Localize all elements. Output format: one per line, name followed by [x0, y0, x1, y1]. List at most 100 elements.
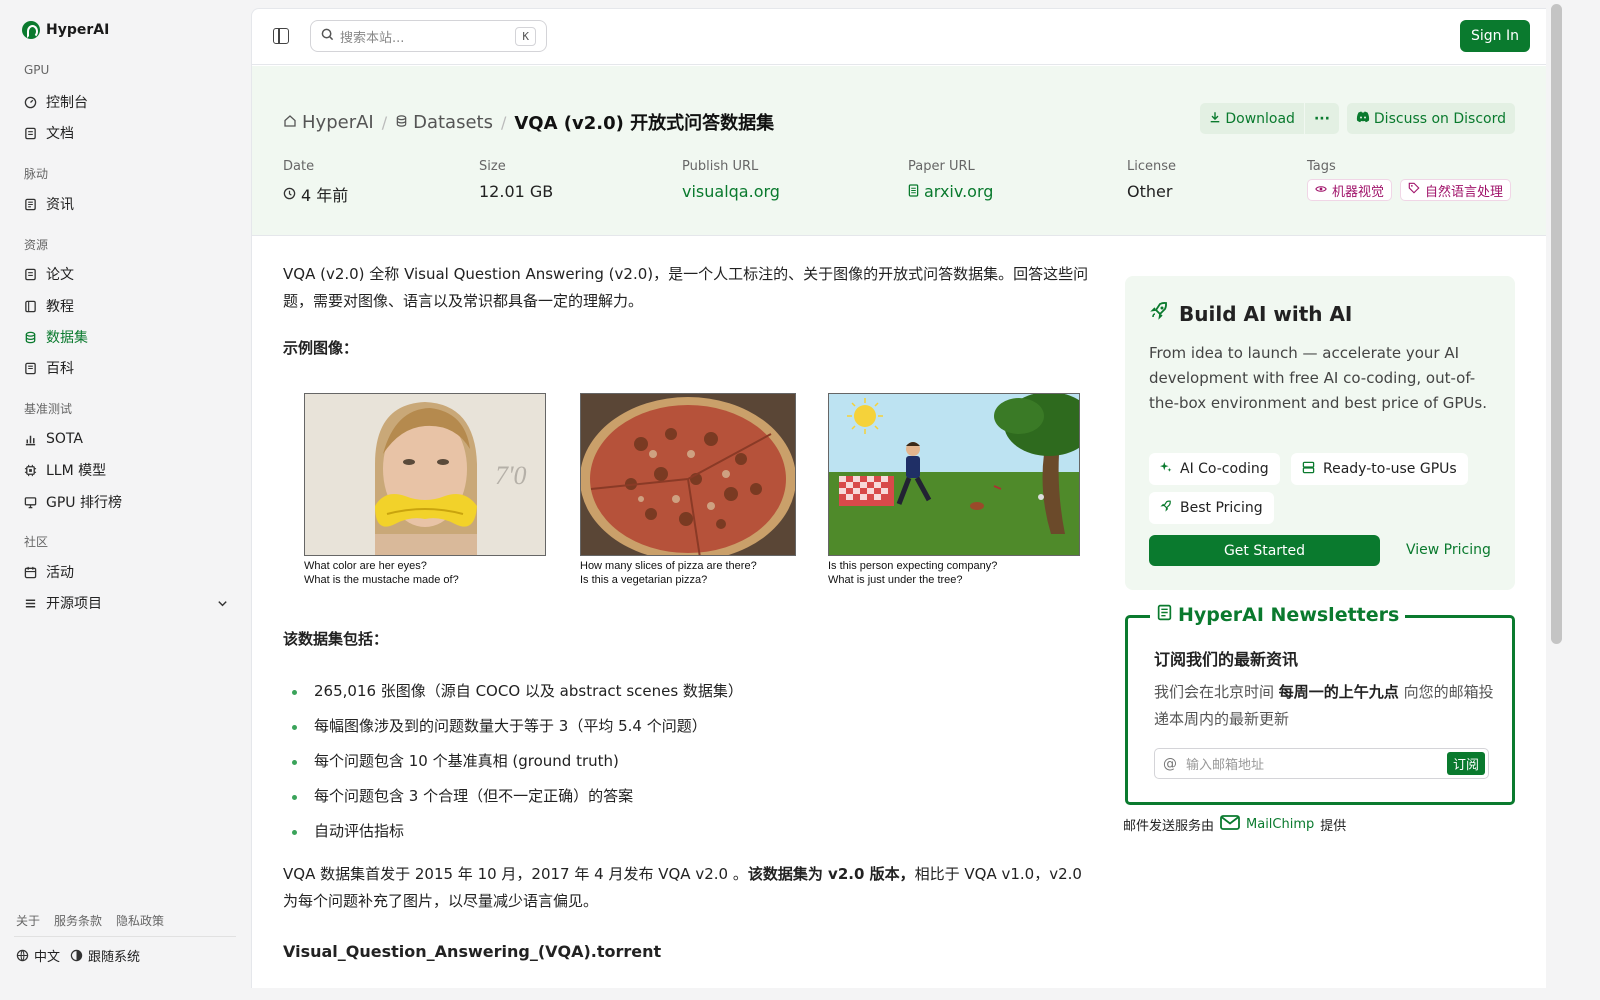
newsletter-title: HyperAI Newsletters	[1178, 604, 1400, 626]
search-input[interactable]: 搜索本站... K	[310, 20, 547, 52]
sidebar-item-sota[interactable]: SOTA	[24, 429, 229, 449]
cpu-icon	[24, 464, 37, 477]
breadcrumb-datasets[interactable]: Datasets	[395, 112, 493, 133]
sign-in-button[interactable]: Sign In	[1460, 20, 1530, 52]
download-icon	[1209, 111, 1221, 127]
footer-link-privacy[interactable]: 隐私政策	[116, 912, 164, 929]
more-button[interactable]: ···	[1304, 103, 1339, 134]
home-icon	[283, 112, 297, 133]
example-caption: Is this person expecting company? What i…	[828, 559, 1080, 587]
sidebar-item-datasets[interactable]: 数据集	[24, 327, 229, 347]
sidebar-item-gpu-leaderboard[interactable]: GPU 排行榜	[24, 492, 229, 512]
doc-icon	[24, 127, 37, 140]
newsletter-text-bold: 每周一的上午九点	[1278, 683, 1399, 701]
language-switch[interactable]: 中文	[16, 946, 60, 965]
example-figure: 7'0 What color are her eyes? What is the…	[283, 393, 1089, 611]
newsletter-box: HyperAI Newsletters 订阅我们的最新资讯 我们会在北京时间 每…	[1125, 604, 1515, 805]
footer-link-terms[interactable]: 服务条款	[54, 912, 102, 929]
mail-service-text: 提供	[1320, 819, 1347, 834]
get-started-button[interactable]: Get Started	[1149, 535, 1380, 566]
theme-label: 跟随系统	[88, 950, 141, 965]
sidebar-item-events[interactable]: 活动	[24, 562, 229, 582]
eye-icon	[1315, 183, 1327, 198]
paper-url-link[interactable]: arxiv.org	[908, 182, 993, 201]
example-image-2: How many slices of pizza are there? Is t…	[580, 393, 796, 587]
wiki-icon	[24, 362, 37, 375]
meta-size: Size 12.01 GB	[479, 159, 553, 201]
tag-label: 机器视觉	[1332, 184, 1385, 200]
breadcrumb-current: VQA (v2.0) 开放式问答数据集	[514, 113, 775, 134]
sidebar-item-papers[interactable]: 论文	[24, 264, 229, 284]
email-field[interactable]: @ 输入邮箱地址 订阅	[1154, 748, 1489, 779]
discord-button[interactable]: Discuss on Discord	[1346, 103, 1515, 134]
book-icon	[24, 300, 37, 313]
footer-link-about[interactable]: 关于	[16, 912, 40, 929]
newsletter-heading: 订阅我们的最新资讯	[1154, 650, 1299, 669]
sidebar-item-label: 文档	[46, 126, 74, 142]
breadcrumb-label: Datasets	[413, 111, 493, 133]
main-panel: 搜索本站... K Sign In HyperAI / Datasets / V…	[251, 8, 1546, 988]
breadcrumb-label: HyperAI	[302, 111, 374, 133]
sidebar-item-console[interactable]: 控制台	[24, 92, 229, 112]
sidebar-item-label: 百科	[46, 361, 74, 377]
sidebar-item-open-source[interactable]: 开源项目	[24, 593, 229, 613]
theme-switch[interactable]: 跟随系统	[70, 946, 140, 965]
database-icon	[395, 112, 408, 133]
feature-pricing: Best Pricing	[1149, 492, 1274, 524]
caption-question: What is the mustache made of?	[304, 574, 459, 586]
download-button[interactable]: Download	[1200, 103, 1304, 134]
mail-icon	[1220, 815, 1240, 834]
mail-service-note: 邮件发送服务由 MailChimp 提供	[1123, 815, 1346, 834]
meta-license: License Other	[1127, 159, 1176, 201]
document-icon	[908, 182, 919, 201]
calendar-icon	[24, 566, 37, 579]
date-value: 4 年前	[301, 186, 349, 205]
language-label: 中文	[34, 950, 61, 965]
mailchimp-link[interactable]: MailChimp	[1246, 817, 1314, 832]
meta-label: Publish URL	[682, 159, 759, 174]
size-value: 12.01 GB	[479, 182, 554, 201]
section-title-benchmark: 基准测试	[24, 402, 73, 416]
feature-ai-cocoding: AI Co-coding	[1149, 453, 1280, 485]
section-title-pulse: 脉动	[24, 167, 49, 181]
sidebar-item-label: 论文	[46, 267, 74, 283]
theme-icon	[70, 949, 83, 962]
sidebar-item-docs[interactable]: 文档	[24, 123, 229, 143]
list-item: 每幅图像涉及到的问题数量大于等于 3（平均 5.4 个问题）	[283, 709, 743, 744]
release-paragraph: VQA 数据集首发于 2015 年 10 月，2017 年 4 月发布 VQA …	[283, 861, 1089, 915]
feature-label: Ready-to-use GPUs	[1323, 461, 1457, 477]
sidebar-item-label: 开源项目	[46, 596, 102, 612]
card-title-text: Build AI with AI	[1179, 301, 1353, 326]
sidebar-item-wiki[interactable]: 百科	[24, 358, 229, 378]
view-pricing-link[interactable]: View Pricing	[1406, 542, 1491, 558]
sidebar-item-llm[interactable]: LLM 模型	[24, 460, 229, 480]
database-icon	[24, 331, 37, 344]
brand-name: HyperAI	[46, 22, 110, 38]
sidebar-item-label: 教程	[46, 299, 74, 315]
sidebar-item-tutorials[interactable]: 教程	[24, 296, 229, 316]
breadcrumb-home[interactable]: HyperAI	[283, 112, 374, 133]
example-caption: How many slices of pizza are there? Is t…	[580, 559, 796, 587]
brand[interactable]: HyperAI	[22, 21, 109, 39]
meta-date: Date 4 年前	[283, 159, 348, 206]
chevron-down-icon[interactable]	[216, 597, 229, 610]
scrollbar[interactable]	[1546, 0, 1568, 980]
breadcrumb-separator: /	[500, 112, 507, 132]
build-ai-card: Build AI with AI From idea to launch — a…	[1125, 276, 1515, 590]
sidebar: HyperAI GPU 控制台 文档 脉动 资讯 资源 论文 教程 数据集 百科…	[0, 0, 250, 980]
scrollbar-thumb[interactable]	[1551, 4, 1562, 644]
subscribe-button[interactable]: 订阅	[1446, 752, 1485, 775]
license-value: Other	[1127, 182, 1173, 201]
monitor-icon	[24, 496, 37, 509]
search-placeholder: 搜索本站...	[340, 30, 405, 46]
sidebar-toggle-icon[interactable]	[273, 28, 289, 44]
release-bold-text: 该数据集为 v2.0 版本，	[747, 865, 915, 883]
feature-gpus: Ready-to-use GPUs	[1291, 453, 1468, 485]
publish-url-link[interactable]: visualqa.org	[682, 182, 780, 201]
sidebar-item-news[interactable]: 资讯	[24, 194, 229, 214]
gauge-icon	[24, 96, 37, 109]
paper-icon	[24, 268, 37, 281]
tag-computer-vision[interactable]: 机器视觉	[1307, 179, 1393, 201]
tag-nlp[interactable]: 自然语言处理	[1400, 179, 1512, 201]
includes-heading: 该数据集包括：	[283, 630, 389, 648]
